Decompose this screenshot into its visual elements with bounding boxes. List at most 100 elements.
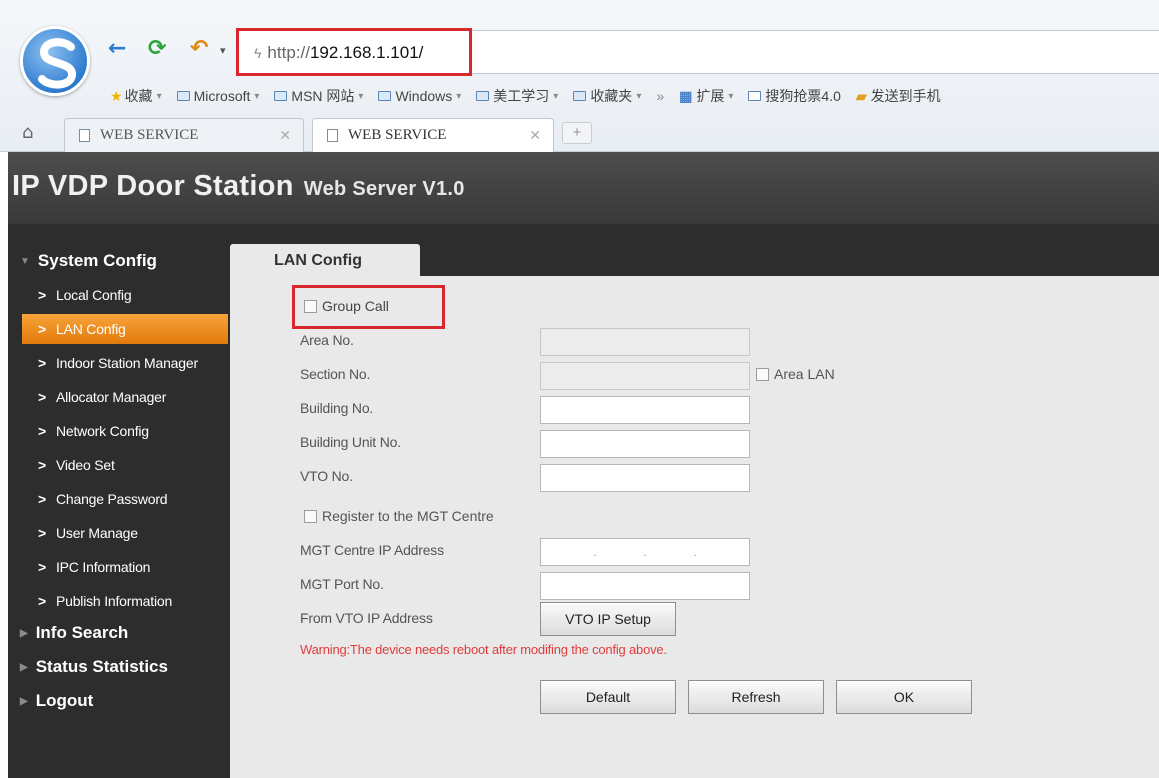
default-button[interactable]: Default bbox=[540, 680, 676, 714]
building-no-label: Building No. bbox=[300, 400, 374, 416]
caret-right-icon: > bbox=[38, 559, 46, 575]
folder-icon bbox=[573, 91, 587, 101]
bookmark-send-phone[interactable]: ▰ 发送到手机 bbox=[856, 86, 941, 106]
vto-ip-setup-button[interactable]: VTO IP Setup bbox=[540, 602, 676, 636]
close-icon[interactable]: ✕ bbox=[529, 128, 541, 144]
sidebar-item-local-config[interactable]: > Local Config bbox=[22, 280, 228, 310]
bookmark-favorites[interactable]: ★ 收藏 ▾ bbox=[110, 86, 162, 106]
area-lan-checkbox[interactable] bbox=[756, 368, 769, 381]
refresh-icon[interactable]: ⟳ bbox=[148, 38, 166, 60]
sidebar-item-label: Local Config bbox=[55, 287, 132, 303]
chevron-down-icon: ▾ bbox=[156, 90, 162, 102]
bookmark-msn[interactable]: MSN 网站 ▾ bbox=[274, 86, 363, 106]
building-unit-no-input[interactable] bbox=[540, 430, 750, 458]
bookmark-windows[interactable]: Windows ▾ bbox=[378, 88, 461, 104]
bookmark-design-study[interactable]: 美工学习 ▾ bbox=[476, 86, 558, 106]
sidebar-item-video-set[interactable]: > Video Set bbox=[22, 450, 228, 480]
sidebar-item-publish-information[interactable]: > Publish Information bbox=[22, 586, 228, 616]
section-no-input[interactable] bbox=[540, 362, 750, 390]
caret-right-icon: > bbox=[38, 593, 46, 609]
address-text[interactable]: ϟ http://192.168.1.101/ bbox=[254, 43, 423, 63]
server-version: Web Server V1.0 bbox=[303, 178, 465, 200]
sidebar-group-info-search[interactable]: ▶ Info Search bbox=[20, 622, 128, 644]
caret-right-icon: > bbox=[38, 525, 46, 541]
sidebar-item-label: Publish Information bbox=[55, 593, 173, 609]
group-label: System Config bbox=[37, 251, 157, 270]
bookmark-label: MSN 网站 bbox=[291, 88, 355, 104]
close-icon[interactable]: ✕ bbox=[279, 128, 291, 144]
browser-tab-2[interactable]: WEB SERVICE ✕ bbox=[312, 118, 554, 152]
mgt-port-input[interactable] bbox=[540, 572, 750, 600]
folder-icon bbox=[378, 91, 392, 101]
page-header: IP VDP Door Station Web Server V1.0 bbox=[8, 152, 1159, 224]
folder-icon bbox=[274, 91, 288, 101]
caret-right-icon: > bbox=[38, 457, 46, 473]
group-call-checkbox[interactable] bbox=[304, 300, 317, 313]
triangle-right-icon: ▶ bbox=[20, 627, 28, 639]
caret-right-icon: > bbox=[38, 321, 46, 337]
chevron-down-icon: ▾ bbox=[456, 90, 462, 102]
address-protocol: http:// bbox=[267, 43, 310, 62]
group-call-label: Group Call bbox=[322, 298, 389, 314]
sidebar-item-label: Indoor Station Manager bbox=[55, 355, 198, 371]
sidebar-item-lan-config[interactable]: > LAN Config bbox=[22, 314, 228, 344]
sidebar-item-user-manage[interactable]: > User Manage bbox=[22, 518, 228, 548]
new-tab-button[interactable]: + bbox=[562, 122, 592, 144]
sidebar-item-label: Change Password bbox=[55, 491, 168, 507]
bookmark-extensions[interactable]: ▦ 扩展 ▾ bbox=[679, 86, 733, 106]
sidebar-item-network-config[interactable]: > Network Config bbox=[22, 416, 228, 446]
sidebar-group-logout[interactable]: ▶ Logout bbox=[20, 690, 93, 712]
tab-lan-config[interactable]: LAN Config bbox=[230, 244, 420, 278]
lan-config-panel: Group Call Area No. Section No. Area LAN… bbox=[230, 276, 1159, 778]
area-no-label: Area No. bbox=[300, 332, 354, 348]
group-label: Info Search bbox=[35, 623, 129, 642]
folder-icon bbox=[476, 91, 490, 101]
mgt-ip-input[interactable] bbox=[540, 538, 750, 566]
tab-title: WEB SERVICE bbox=[100, 127, 199, 143]
tab-title: WEB SERVICE bbox=[348, 127, 447, 143]
bookmark-microsoft[interactable]: Microsoft ▾ bbox=[176, 88, 259, 104]
register-mgt-checkbox[interactable] bbox=[304, 510, 317, 523]
bookmarks-bar: ★ 收藏 ▾ Microsoft ▾ MSN 网站 ▾ Windows ▾ 美工学习 ▾ 收… bbox=[110, 86, 956, 106]
bookmark-label: 搜狗抢票4.0 bbox=[765, 88, 841, 104]
bookmark-more[interactable]: » bbox=[656, 88, 664, 104]
caret-right-icon: > bbox=[38, 491, 46, 507]
content-tab-strip: LAN Config bbox=[230, 244, 1159, 278]
browser-tab-1[interactable]: WEB SERVICE ✕ bbox=[64, 118, 304, 152]
vto-no-label: VTO No. bbox=[300, 468, 353, 484]
bookmark-label: » bbox=[656, 88, 665, 104]
area-no-input[interactable] bbox=[540, 328, 750, 356]
sidebar-group-status-statistics[interactable]: ▶ Status Statistics bbox=[20, 656, 168, 678]
register-mgt-label: Register to the MGT Centre bbox=[322, 508, 494, 524]
sidebar-group-system-config[interactable]: ▼ System Config bbox=[20, 250, 157, 272]
refresh-button[interactable]: Refresh bbox=[688, 680, 824, 714]
sidebar-item-allocator-manager[interactable]: > Allocator Manager bbox=[22, 382, 228, 412]
section-no-label: Section No. bbox=[300, 366, 371, 382]
ok-button[interactable]: OK bbox=[836, 680, 972, 714]
browser-chrome: ← ⟳ ↶ ▾ ϟ http://192.168.1.101/ ★ 收藏 ▾ Micr… bbox=[0, 0, 1159, 152]
sidebar-item-ipc-information[interactable]: > IPC Information bbox=[22, 552, 228, 582]
sidebar-item-change-password[interactable]: > Change Password bbox=[22, 484, 228, 514]
undo-dropdown-icon[interactable]: ▾ bbox=[220, 44, 226, 57]
vto-no-input[interactable] bbox=[540, 464, 750, 492]
sidebar-item-label: User Manage bbox=[55, 525, 138, 541]
sidebar-item-label: Allocator Manager bbox=[55, 389, 167, 405]
area-lan-label: Area LAN bbox=[774, 366, 835, 382]
page-title: IP VDP Door Station Web Server V1.0 bbox=[12, 170, 465, 203]
browser-logo[interactable] bbox=[20, 26, 90, 96]
undo-icon[interactable]: ↶ bbox=[190, 38, 208, 60]
bookmark-favorites-folder[interactable]: 收藏夹 ▾ bbox=[573, 86, 641, 106]
sogou-s-icon bbox=[38, 38, 76, 89]
bookmark-label: 发送到手机 bbox=[870, 88, 941, 104]
bookmark-label: 美工学习 bbox=[493, 88, 550, 104]
chevron-down-icon: ▾ bbox=[358, 90, 364, 102]
bookmark-label: 扩展 bbox=[696, 88, 725, 104]
building-no-input[interactable] bbox=[540, 396, 750, 424]
sidebar-item-label: Network Config bbox=[55, 423, 149, 439]
sidebar-item-indoor-station-manager[interactable]: > Indoor Station Manager bbox=[22, 348, 228, 378]
home-icon[interactable]: ⌂ bbox=[22, 124, 33, 142]
sidebar-item-label: IPC Information bbox=[55, 559, 151, 575]
bookmark-ticket[interactable]: 搜狗抢票4.0 bbox=[748, 86, 841, 106]
back-arrow-icon[interactable]: ← bbox=[108, 38, 126, 60]
page-icon bbox=[327, 129, 338, 142]
